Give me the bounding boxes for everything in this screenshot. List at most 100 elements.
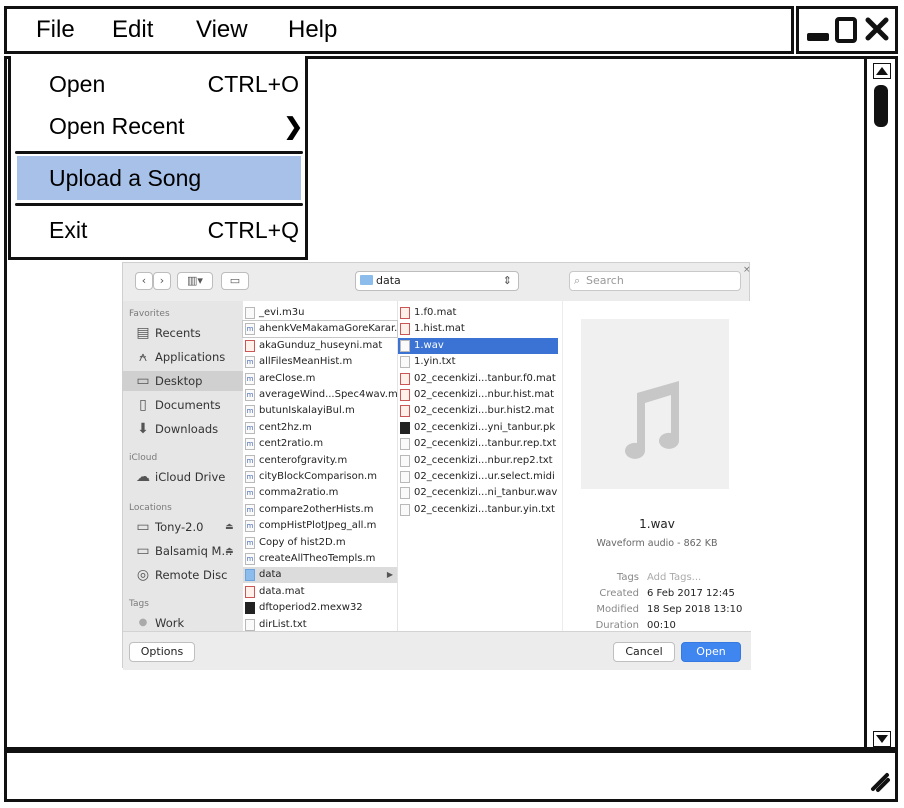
file-row[interactable]: m compHistPlotJpeg_all.m [243,518,397,534]
m-file-icon: m [245,405,255,418]
menu-item-exit[interactable]: Exit CTRL+Q [15,208,299,252]
scroll-down-icon[interactable] [873,731,891,747]
file-row[interactable]: 02_cecenkizi...yni_tanbur.pk [398,420,558,436]
file-row[interactable]: m butunIskalayiBul.m [243,403,397,419]
file-row[interactable]: dftoperiod2.mexw32 [243,600,397,616]
dialog-footer: Options Cancel Open [123,631,751,670]
audio-file-thumbnail [581,319,729,489]
file-name: 02_cecenkizi...tanbur.f0.mat [414,372,556,384]
search-placeholder: Search [586,274,624,287]
sidebar-item-tony[interactable]: ▭ Tony-2.0 ⏏ [123,517,243,537]
forward-button[interactable]: › [153,272,171,290]
new-folder-icon[interactable]: ▭ [221,272,249,290]
eject-icon[interactable]: ⏏ [225,517,234,537]
sidebar-item-tag-work[interactable]: ● Work [123,613,243,633]
file-column-2: 1.f0.mat 1.hist.mat 1.wav 1.yin.txt 02_cecen… [398,301,562,631]
menu-edit[interactable]: Edit [112,16,153,44]
sidebar-heading: Tags [129,599,149,609]
menu-item-open[interactable]: Open CTRL+O [15,62,299,106]
folder-icon [360,275,373,285]
file-row[interactable]: m comma2ratio.m [243,485,397,501]
file-icon [400,438,410,451]
sidebar-item-balsamiq[interactable]: ▭ Balsamiq M... ⏏ [123,541,243,561]
eject-icon[interactable]: ⏏ [225,541,234,561]
search-icon: ⌕ [574,274,581,287]
resize-grip-icon[interactable] [869,771,891,793]
file-row[interactable]: 1.hist.mat [398,321,558,337]
menu-item-upload-song[interactable]: Upload a Song [17,156,301,200]
scroll-up-icon[interactable] [873,63,891,79]
preview-filename: 1.wav [639,517,675,531]
folder-icon [245,569,255,582]
file-name: averageWind...Spec4wav.m [259,389,397,400]
file-row[interactable]: m compare2otherHists.m [243,502,397,518]
file-name: cent2ratio.m [259,438,324,450]
file-row[interactable]: m cent2ratio.m [243,436,397,452]
file-row[interactable]: akaGunduz_huseyni.mat [243,338,397,354]
file-row[interactable]: data ▶ [243,567,397,584]
menu-view[interactable]: View [196,16,248,44]
menu-item-open-recent[interactable]: Open Recent ❯ [15,104,303,148]
sidebar-heading: Favorites [129,309,170,319]
cloud-icon: ☁ [136,469,150,485]
back-button[interactable]: ‹ [135,272,153,290]
file-row[interactable]: m ahenkVeMakamaGoreKarar.m [242,320,398,339]
file-row[interactable]: 02_cecenkizi...tanbur.f0.mat [398,371,558,387]
file-row[interactable]: 02_cecenkizi...nbur.hist.mat [398,387,558,403]
file-row[interactable]: m areClose.m [243,371,397,387]
desktop-icon: ▭ [136,373,150,389]
file-row[interactable]: m allFilesMeanHist.m [243,354,397,370]
minimize-icon[interactable] [807,33,829,41]
file-row[interactable]: 02_cecenkizi...tanbur.rep.txt [398,436,558,452]
file-row[interactable]: data.mat [243,584,397,600]
file-row[interactable]: m averageWind...Spec4wav.m [243,387,397,403]
file-row[interactable]: 02_cecenkizi...bur.hist2.mat [398,403,558,419]
options-button[interactable]: Options [129,642,195,662]
menu-file[interactable]: File [36,16,75,44]
close-icon[interactable]: × [743,265,751,275]
file-row[interactable]: m Copy of hist2D.m [243,535,397,551]
open-button[interactable]: Open [681,642,741,662]
file-name: 02_cecenkizi...nbur.rep2.txt [414,454,553,466]
menu-help[interactable]: Help [288,16,337,44]
file-icon [400,487,410,500]
file-row[interactable]: m cent2hz.m [243,420,397,436]
file-row[interactable]: m createAllTheoTempls.m [243,551,397,567]
sidebar-item-label: Tony-2.0 [155,520,204,534]
updown-icon: ⇕ [502,274,512,287]
sidebar-item-applications[interactable]: ⍲ Applications [123,347,243,367]
file-row[interactable]: 02_cecenkizi...ur.select.midi [398,469,558,485]
sidebar-item-documents[interactable]: ▯ Documents [123,395,243,415]
vertical-scrollbar[interactable] [864,56,898,750]
drive-icon: ▭ [136,543,150,559]
sidebar-item-icloud-drive[interactable]: ☁ iCloud Drive [123,467,243,487]
mat-file-icon [400,389,410,401]
cancel-button[interactable]: Cancel [613,642,675,662]
file-row[interactable]: _evi.m3u [243,305,397,321]
add-tags-field[interactable]: Add Tags... [647,572,701,583]
sidebar-item-recents[interactable]: ▤ Recents [123,323,243,343]
file-row[interactable]: 1.f0.mat [398,305,558,321]
path-label: data [376,274,401,287]
scroll-thumb[interactable] [874,85,888,127]
file-name: cent2hz.m [259,421,312,433]
sidebar-item-downloads[interactable]: ⬇ Downloads [123,419,243,439]
mat-file-icon [400,372,410,385]
sidebar-item-remote-disc[interactable]: ◎ Remote Disc [123,565,243,585]
mat-file-icon [400,405,410,418]
file-row[interactable]: m centerofgravity.m [243,453,397,469]
shortcut-label: CTRL+O [207,71,299,97]
file-row[interactable]: 02_cecenkizi...ni_tanbur.wav [398,485,558,501]
file-row[interactable]: 02_cecenkizi...nbur.rep2.txt [398,453,558,469]
file-row[interactable]: 02_cecenkizi...tanbur.yin.txt [398,502,558,518]
file-name: data [259,569,282,581]
view-mode-button[interactable]: ▥▾ [177,272,213,290]
search-input[interactable]: ⌕ Search [569,271,741,291]
file-row[interactable]: 1.yin.txt [398,354,558,370]
maximize-icon[interactable] [835,17,857,43]
file-row[interactable]: m cityBlockComparison.m [243,469,397,485]
close-icon[interactable] [865,17,889,41]
sidebar-item-desktop[interactable]: ▭ Desktop [123,371,243,391]
path-popup[interactable]: data ⇕ [355,271,519,291]
file-row[interactable]: 1.wav [398,337,558,354]
